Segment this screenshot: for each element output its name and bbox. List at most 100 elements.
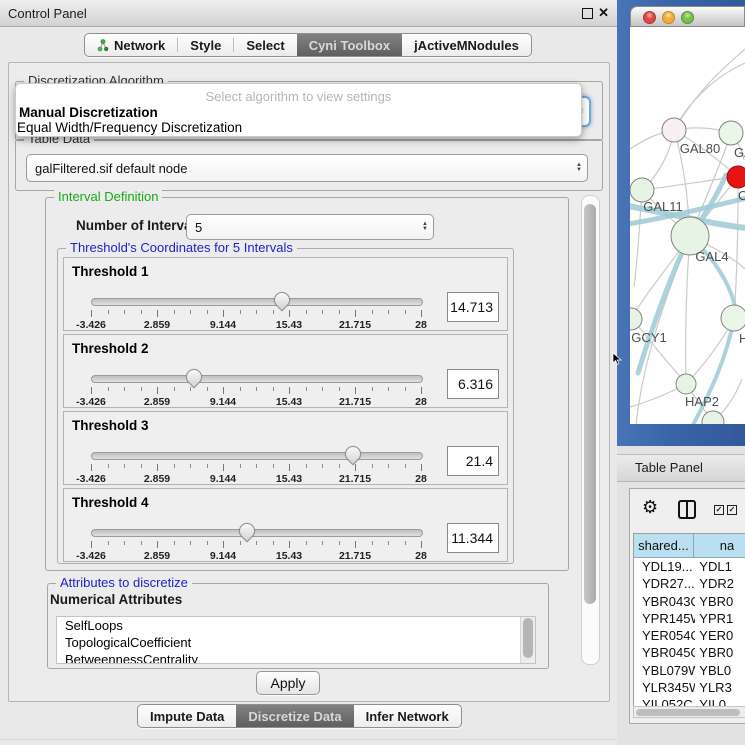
network-edge[interactable]	[686, 236, 690, 383]
table-row[interactable]: YER054CYER0	[634, 627, 745, 644]
node-topright[interactable]	[719, 121, 743, 145]
tab-infer-network[interactable]: Infer Network	[354, 705, 461, 727]
combobox-stepper-icon[interactable]: ▲▼	[571, 163, 587, 173]
attributes-list-scrollbar[interactable]	[520, 617, 535, 663]
menu-item-manual-discretization[interactable]: Manual Discretization	[19, 105, 158, 120]
table-data-combobox[interactable]: galFiltered.sif default node ▲▼	[26, 154, 588, 182]
table-cell[interactable]: YDL1	[695, 558, 745, 575]
table-row[interactable]: YDL19...YDL1	[634, 558, 745, 575]
threshold-value-field[interactable]: 21.4	[447, 446, 499, 476]
tab-impute-data[interactable]: Impute Data	[138, 705, 236, 727]
tab-cyni-toolbox[interactable]: Cyni Toolbox	[297, 34, 402, 56]
gear-icon[interactable]: ⚙	[642, 497, 658, 518]
list-item[interactable]: SelfLoops	[57, 617, 535, 634]
float-window-icon[interactable]	[582, 8, 593, 19]
tab-select[interactable]: Select	[234, 34, 296, 56]
HAP2-node[interactable]	[676, 374, 696, 394]
table-row[interactable]: YBR043CYBR0	[634, 593, 745, 610]
table-cell[interactable]: YBL0	[695, 662, 745, 679]
table-cell[interactable]: YBR043C	[634, 593, 695, 610]
slider-track[interactable]	[91, 375, 423, 383]
GCY1-node[interactable]	[630, 308, 642, 330]
list-item[interactable]: TopologicalCoefficient	[57, 634, 535, 651]
table-cell[interactable]: YIL052C	[634, 696, 695, 706]
apply-button[interactable]: Apply	[256, 671, 320, 695]
table-cell[interactable]: YDR2	[695, 575, 745, 592]
slider-thumb[interactable]	[271, 289, 294, 312]
close-button[interactable]	[643, 11, 656, 24]
combobox-stepper-icon[interactable]: ▲▼	[417, 222, 433, 232]
menu-item-equal-width-frequency[interactable]: Equal Width/Frequency Discretization	[17, 120, 242, 135]
scrollbar-thumb[interactable]	[584, 204, 596, 604]
zoom-button[interactable]	[681, 11, 694, 24]
network-edge[interactable]	[674, 49, 745, 130]
slider-thumb[interactable]	[341, 443, 364, 466]
H-node[interactable]	[721, 305, 745, 331]
numerical-attributes-list[interactable]: SelfLoopsTopologicalCoefficientBetweenne…	[56, 616, 536, 664]
red-node[interactable]	[727, 166, 745, 188]
tab-network[interactable]: Network	[85, 34, 177, 56]
table-cell[interactable]: YPR145W	[634, 610, 695, 627]
table-row[interactable]: YIL052CYIL0	[634, 696, 745, 706]
node-attribute-table[interactable]: shared...naYDL19...YDL1YDR27...YDR2YBR04…	[633, 533, 745, 706]
slider-track[interactable]	[91, 529, 423, 537]
table-cell[interactable]: YDL19...	[634, 558, 695, 575]
table-cell[interactable]: YBR0	[695, 593, 745, 610]
table-cell[interactable]: YLR3	[695, 679, 745, 696]
column-header[interactable]: na	[694, 534, 745, 558]
slider-tick	[207, 541, 208, 545]
threshold-slider[interactable]: -3.4262.8599.14415.4321.71528	[91, 296, 421, 328]
table-row[interactable]: YBL079WYBL0	[634, 662, 745, 679]
threshold-slider[interactable]: -3.4262.8599.14415.4321.71528	[91, 373, 421, 405]
slider-tick	[141, 387, 142, 391]
table-row[interactable]: YBR045CYBR0	[634, 644, 745, 661]
tab-style[interactable]: Style	[178, 34, 233, 56]
checkbox-icon[interactable]: ✓	[727, 505, 737, 515]
table-row[interactable]: YLR345WYLR3	[634, 679, 745, 696]
minimize-button[interactable]	[662, 11, 675, 24]
close-icon[interactable]: ✕	[598, 5, 609, 21]
table-cell[interactable]: YER054C	[634, 627, 695, 644]
slider-track[interactable]	[91, 298, 423, 306]
number-of-intervals-combobox[interactable]: 5 ▲▼	[186, 214, 434, 240]
slider-tick	[124, 310, 125, 314]
threshold-value-field[interactable]: 6.316	[447, 369, 499, 399]
table-horizontal-scrollbar[interactable]	[633, 706, 745, 718]
threshold-slider[interactable]: -3.4262.8599.14415.4321.71528	[91, 450, 421, 482]
list-item[interactable]: BetweennessCentrality	[57, 651, 535, 664]
table-cell[interactable]: YLR345W	[634, 679, 695, 696]
table-cell[interactable]: YDR27...	[634, 575, 695, 592]
GAL80-node[interactable]	[662, 118, 686, 142]
scrollbar-thumb[interactable]	[636, 709, 740, 716]
table-row[interactable]: YPR145WYPR1	[634, 610, 745, 627]
slider-track[interactable]	[91, 452, 423, 460]
tab-jactivemnodules[interactable]: jActiveMNodules	[402, 34, 531, 56]
tab-discretize-data[interactable]: Discretize Data	[236, 705, 353, 727]
node-bottom[interactable]	[702, 411, 724, 424]
table-cell[interactable]: YPR1	[695, 610, 745, 627]
columns-icon[interactable]	[678, 500, 696, 519]
threshold-value-field[interactable]: 14.713	[447, 292, 499, 322]
threshold-value-field[interactable]: 11.344	[447, 523, 499, 553]
network-edge[interactable]	[674, 63, 745, 130]
table-cell[interactable]: YIL0	[695, 696, 745, 706]
slider-thumb[interactable]	[236, 520, 259, 543]
settings-scrollbar[interactable]	[581, 195, 600, 665]
slider-tick	[207, 310, 208, 314]
network-view-window: GAL80GACGAL11GAL4GCY1HHAP2	[617, 0, 745, 446]
threshold-slider[interactable]: -3.4262.8599.14415.4321.71528	[91, 527, 421, 559]
checkbox-icon[interactable]: ✓	[714, 505, 724, 515]
table-cell[interactable]: YBR045C	[634, 644, 695, 661]
table-cell[interactable]: YER0	[695, 627, 745, 644]
column-header[interactable]: shared...	[634, 534, 694, 558]
scrollbar-thumb[interactable]	[523, 618, 533, 658]
network-window-titlebar[interactable]	[630, 6, 745, 27]
network-canvas[interactable]: GAL80GACGAL11GAL4GCY1HHAP2	[630, 27, 745, 424]
slider-tick	[256, 310, 257, 314]
slider-tick	[141, 310, 142, 314]
slider-thumb[interactable]	[183, 366, 206, 389]
table-row[interactable]: YDR27...YDR2	[634, 575, 745, 592]
slider-tick	[91, 464, 92, 471]
table-cell[interactable]: YBR0	[695, 644, 745, 661]
table-cell[interactable]: YBL079W	[634, 662, 695, 679]
